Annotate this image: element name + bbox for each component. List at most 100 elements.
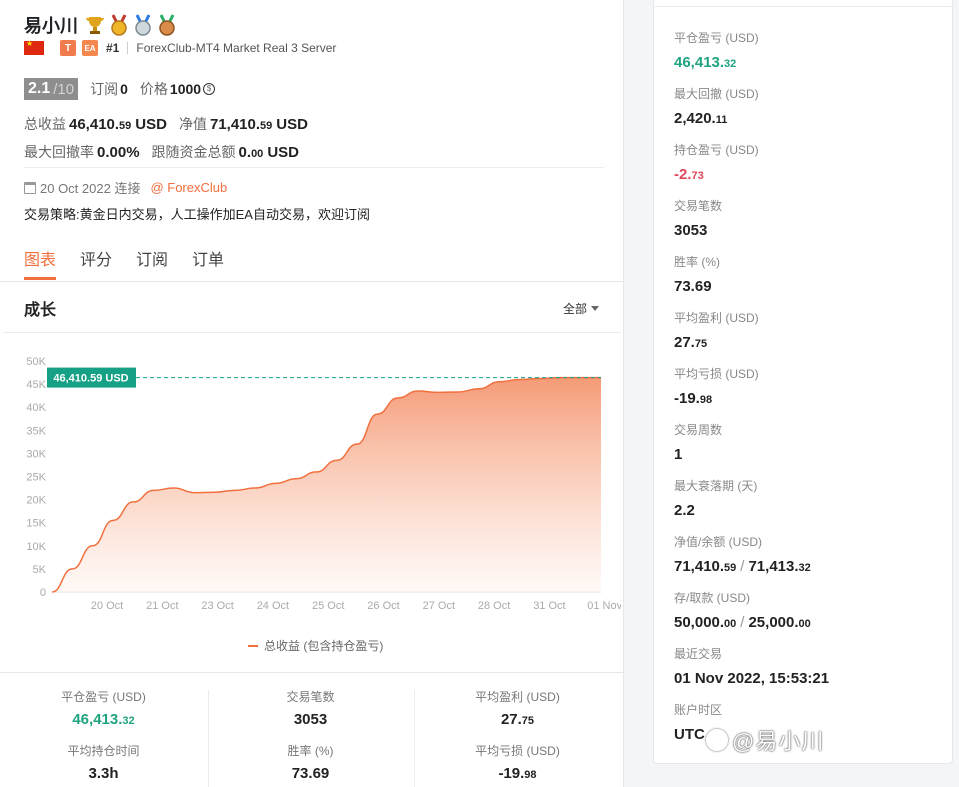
value-separator: / [740,558,745,575]
sidebar-stat: 存/取款 (USD) 50,000.00/25,000.00 [674,589,811,631]
sidebar-stat-label: 净值/余额 (USD) [674,535,762,549]
value-decimals-secondary: 00 [798,618,811,630]
summary-stat: 平均亏损 (USD) -19.98 [414,742,621,782]
sidebar-stat-label: 账户时区 [674,703,723,717]
profit-line: 总收益 46,410. 59 USD 净值 71,410. 59 USD [24,114,320,134]
growth-chart-card: 成长 全部 50K 45K 40K 35K 30K 25K 20K 15K 10K 5K 0 20 O… [3,282,621,672]
summary-stat-value: 3.3h [0,765,207,782]
value-main: 3053 [293,711,328,728]
value-main: 1 [674,446,683,463]
score-max: /10 [53,80,75,98]
sidebar-stat: 胜率 (%) 73.69 [674,253,720,295]
y-tick-label: 40K [26,402,46,414]
legend-swatch [248,644,258,647]
summary-stat-label: 交易笔数 [286,690,335,704]
tab-bar: 图表 评分 订阅 订单 [24,246,224,280]
drawdown-line: 最大回撤率 0.00% 跟随资金总额 0. 00 USD [24,142,311,162]
follow-funds-value: 0. [238,144,252,161]
follow-funds-label: 跟随资金总额 [151,144,236,160]
tab-orders[interactable]: 订单 [192,246,224,280]
sidebar-stat-value: 2,420.11 [674,110,759,127]
trader-sub-row: T EA #1 ForexClub-MT4 Market Real 3 Serv… [24,39,336,56]
divider [0,672,624,673]
broker-link[interactable]: @ ForexClub [150,180,227,195]
summary-stat-value: 3053 [207,711,414,728]
tag-t-badge: T [60,40,76,56]
y-tick-label: 10K [26,541,46,553]
chart-legend[interactable]: 总收益 (包含持仓盈亏) [248,637,383,654]
x-tick-label: 23 Oct [201,600,233,612]
x-tick-label: 01 Nov [587,600,621,612]
summary-stat-label: 平均持仓时间 [67,744,140,758]
value-decimals: 32 [724,58,737,70]
y-tick-label: 15K [26,518,46,530]
sidebar-stat-label: 最近交易 [674,647,723,661]
sidebar-stat: 交易周数 1 [674,421,722,463]
summary-stat: 胜率 (%) 73.69 [207,742,414,782]
sidebar-stat: 平均盈利 (USD) 27.75 [674,309,759,351]
summary-stat-label: 平仓盈亏 (USD) [61,690,146,704]
summary-stat: 交易笔数 3053 [207,688,414,728]
tab-chart[interactable]: 图表 [24,246,57,280]
value-main: 2.2 [674,502,695,519]
x-tick-label: 31 Oct [533,600,565,612]
divider [24,167,604,168]
growth-chart[interactable]: 50K 45K 40K 35K 30K 25K 20K 15K 10K 5K 0 20 Oct 21 O… [3,342,621,622]
value-decimals: 32 [122,715,135,727]
x-tick-label: 28 Oct [478,600,510,612]
sidebar-stat: 平仓盈亏 (USD) 46,413.32 [674,29,759,71]
summary-stat: 平均盈利 (USD) 27.75 [414,688,621,728]
sidebar-stat-value: 27.75 [674,334,759,351]
china-flag-icon [24,39,44,55]
sidebar-stat-value: 73.69 [674,278,720,295]
bronze-medal-icon [156,14,178,36]
sidebar-stat: 平均亏损 (USD) -19.98 [674,365,759,407]
value-main: 27. [500,711,522,728]
sidebar-stat-value: 46,413.32 [674,54,759,71]
summary-stats-grid: 平仓盈亏 (USD) 46,413.32 交易笔数 3053 平均盈利 (USD) 27.… [0,688,624,782]
sidebar-stat-label: 交易周数 [674,423,723,437]
value-decimals: 59 [724,562,737,574]
sidebar-stat-value: 2.2 [674,502,757,519]
summary-stat-value: 46,413.32 [0,711,207,728]
sidebar-stat-value: 71,410.59/71,413.32 [674,558,811,575]
y-tick-label: 45K [26,379,46,391]
sidebar-stat-label: 持仓盈亏 (USD) [674,143,759,157]
trader-name: 易小川 [24,16,78,36]
summary-stat-label: 平均亏损 (USD) [475,744,560,758]
summary-stat-label: 胜率 (%) [287,744,334,758]
summary-stat: 平仓盈亏 (USD) 46,413.32 [0,688,207,728]
value-main: 01 Nov 2022, 15:53:21 [674,670,830,687]
coin-icon: $ [203,83,216,95]
trophy-icon [84,14,106,36]
stats-sidebar: 平仓盈亏 (USD) 46,413.32 最大回撤 (USD) 2,420.11 持仓盈… [653,0,953,764]
value-main: 46,413. [674,54,725,71]
total-profit-label: 总收益 [24,116,66,132]
tab-subscribe[interactable]: 订阅 [136,246,168,280]
connected-date: 20 Oct 2022 连接 [40,181,141,196]
tab-rating[interactable]: 评分 [80,246,112,280]
divider [653,6,953,7]
value-main: -19. [674,390,700,407]
watermark-text: @易小川 [732,729,825,754]
sidebar-stat-value: 50,000.00/25,000.00 [674,614,811,631]
value-decimals: 75 [521,715,535,727]
sidebar-stat-value: -2.73 [674,166,759,183]
divider [127,42,129,54]
value-decimals: 75 [694,338,708,350]
range-dropdown[interactable]: 全部 [563,300,599,317]
value-main: 3.3h [88,765,119,782]
total-profit-value: 46,410. [69,116,120,133]
legend-label: 总收益 (包含持仓盈亏) [264,639,384,653]
strategy-text: 交易策略:黄金日内交易，人工操作加EA自动交易，欢迎订阅 [24,207,370,222]
sidebar-stat-label: 最大回撤 (USD) [674,87,759,101]
score-badge: 2.1 /10 [24,78,79,100]
value-main: 73.69 [291,765,330,782]
price-label: 价格 [139,81,168,97]
sidebar-stat-label: 最大衰落期 (天) [674,479,758,493]
max-drawdown-value: 0.00% [97,144,140,161]
y-tick-label: 5K [33,564,47,576]
sidebar-stat-label: 平仓盈亏 (USD) [674,31,759,45]
value-decimals: 11 [715,114,728,126]
summary-stat-label: 平均盈利 (USD) [475,690,560,704]
